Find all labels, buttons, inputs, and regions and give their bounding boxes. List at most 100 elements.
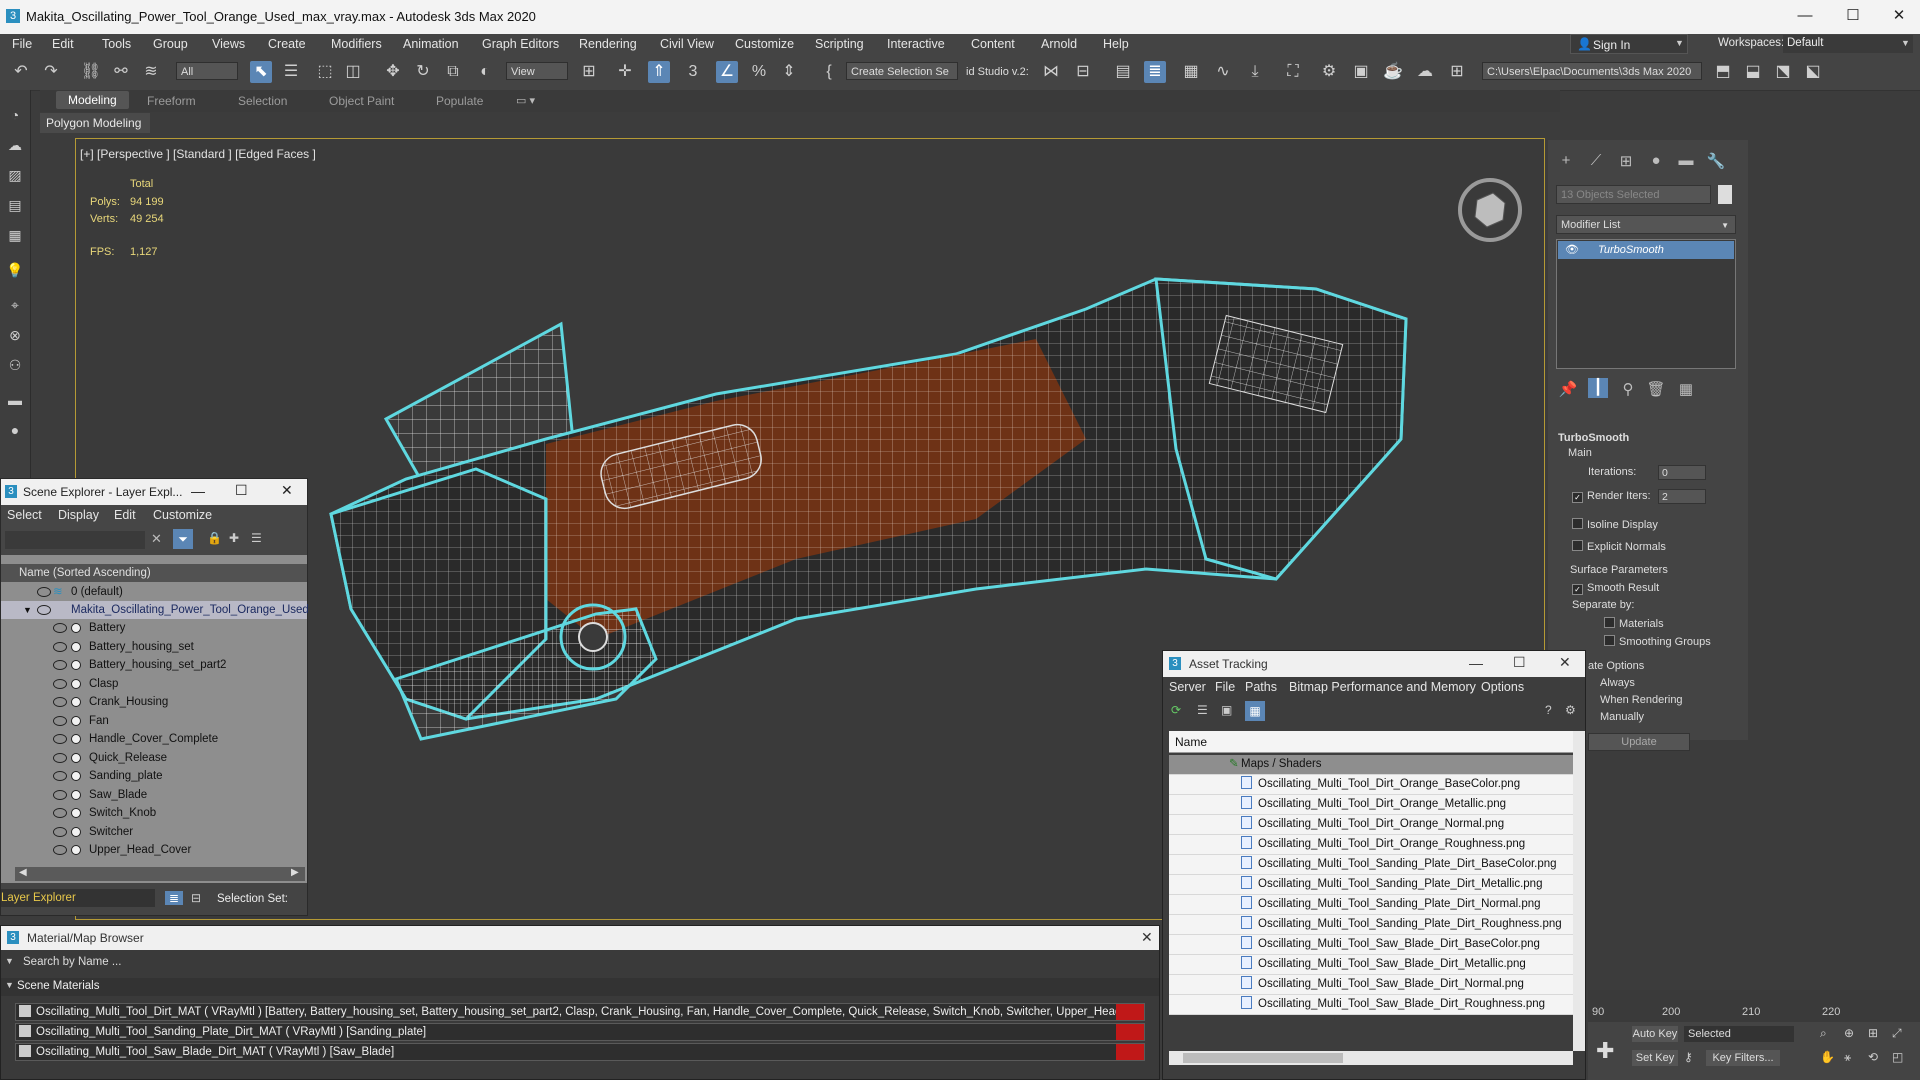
se-menu-customize[interactable]: Customize xyxy=(153,508,212,522)
list-view-icon[interactable]: ☰ xyxy=(1197,703,1208,717)
zoom-all-icon[interactable]: ⊕ xyxy=(1844,1026,1854,1040)
menu-help[interactable]: Help xyxy=(1103,37,1129,51)
manually-radio[interactable]: Manually xyxy=(1600,711,1644,723)
orbit-icon[interactable]: ◔ xyxy=(5,105,25,125)
workspace-select[interactable]: Default ▼ xyxy=(1783,35,1913,53)
image-icon[interactable]: ▨ xyxy=(5,165,25,185)
se-menu-edit[interactable]: Edit xyxy=(114,508,136,522)
selection-filter-select[interactable]: All xyxy=(176,62,238,80)
minimize-button[interactable]: — xyxy=(1790,4,1820,28)
remove-modifier-icon[interactable]: 🗑 xyxy=(1646,380,1666,400)
zoom-icon[interactable]: ⌕ xyxy=(1820,1026,1827,1041)
layers-stack-icon[interactable]: ☰ xyxy=(251,531,262,545)
chevron-down-icon[interactable]: ▼ xyxy=(5,956,14,966)
eye-icon[interactable] xyxy=(53,734,67,744)
menu-group[interactable]: Group xyxy=(153,37,188,51)
material-row[interactable]: Oscillating_Multi_Tool_Sanding_Plate_Dir… xyxy=(15,1023,1145,1041)
eye-icon[interactable] xyxy=(53,715,67,726)
filter-icon[interactable]: ⏷ xyxy=(173,529,193,549)
film-icon[interactable]: ⚇ xyxy=(5,355,25,375)
tab-object-paint[interactable]: Object Paint xyxy=(329,94,394,108)
camera-icon[interactable]: ⌖ xyxy=(5,295,25,315)
maximize-viewport-icon[interactable]: ⤢ xyxy=(1892,1026,1902,1041)
layers-icon[interactable]: ▤ xyxy=(5,195,25,215)
unlink-icon[interactable]: ⚯ xyxy=(110,61,132,83)
project-path-select[interactable]: C:\Users\Elpac\Documents\3ds Max 2020 xyxy=(1482,62,1702,80)
add-layer-icon[interactable]: ✚ xyxy=(229,531,239,545)
asset-file-row[interactable]: Oscillating_Multi_Tool_Saw_Blade_Dirt_Me… xyxy=(1169,955,1573,975)
material-editor-icon[interactable]: ⛶ xyxy=(1282,61,1304,83)
select-manipulate-icon[interactable]: ✛ xyxy=(614,61,636,83)
scene-materials-group[interactable]: ▼ Scene Materials xyxy=(1,978,1159,996)
render-toggle-icon[interactable] xyxy=(71,752,81,763)
layer-row-default[interactable]: ≋ 0 (default) xyxy=(1,583,307,601)
configure-sets-icon[interactable]: ▦ xyxy=(1676,380,1696,400)
select-by-name-icon[interactable]: ☰ xyxy=(280,61,302,83)
close-icon[interactable]: ✕ xyxy=(1141,929,1153,946)
asset-file-row[interactable]: Oscillating_Multi_Tool_Saw_Blade_Dirt_No… xyxy=(1169,975,1573,995)
render-iters-row[interactable]: ✓ Render Iters: xyxy=(1572,490,1651,503)
object-row[interactable]: Fan xyxy=(1,711,307,730)
asset-file-row[interactable]: Oscillating_Multi_Tool_Dirt_Orange_BaseC… xyxy=(1169,775,1573,795)
at-column-header[interactable]: Name xyxy=(1169,731,1573,753)
schematic-view-icon[interactable]: ⤓ xyxy=(1244,61,1266,83)
object-row[interactable]: Battery_housing_set xyxy=(1,637,307,656)
tab-selection[interactable]: Selection xyxy=(238,94,287,108)
render-iters-spinner[interactable]: 2 xyxy=(1658,489,1706,504)
make-unique-icon[interactable]: ⚲ xyxy=(1618,380,1638,400)
show-end-result-icon[interactable]: ┃ xyxy=(1588,378,1608,398)
menu-graph-editors[interactable]: Graph Editors xyxy=(482,37,559,51)
at-vertical-scrollbar[interactable] xyxy=(1573,731,1585,1051)
eye-icon[interactable] xyxy=(53,697,67,707)
viewcube-icon[interactable] xyxy=(1455,175,1525,245)
layer-explorer-select[interactable]: Layer Explorer xyxy=(1,889,155,907)
se-menu-select[interactable]: Select xyxy=(7,508,42,522)
menu-file[interactable]: File xyxy=(12,37,32,51)
field-of-view-icon[interactable]: ◰ xyxy=(1892,1050,1903,1064)
modifier-turbosmooth[interactable]: TurboSmooth xyxy=(1558,241,1734,259)
menu-content[interactable]: Content xyxy=(971,37,1015,51)
eye-icon[interactable] xyxy=(53,641,67,652)
eye-icon[interactable] xyxy=(53,845,67,855)
light-icon[interactable]: 💡 xyxy=(5,260,25,280)
asset-file-row[interactable]: Oscillating_Multi_Tool_Dirt_Orange_Metal… xyxy=(1169,795,1573,815)
undo-icon[interactable]: ↶ xyxy=(10,61,32,83)
isoline-row[interactable]: Isoline Display xyxy=(1572,518,1658,531)
render-toggle-icon[interactable] xyxy=(71,826,81,837)
object-row[interactable]: Handle_Cover_Complete xyxy=(1,730,307,748)
turbosmooth-rollout-title[interactable]: TurboSmooth xyxy=(1558,432,1629,444)
menu-interactive[interactable]: Interactive xyxy=(887,37,945,51)
smoothing-groups-checkbox[interactable] xyxy=(1604,635,1615,646)
grid-icon[interactable]: ▦ xyxy=(5,225,25,245)
modifier-list-select[interactable]: Modifier List ▼ xyxy=(1556,215,1736,234)
render-production-icon[interactable]: ☕ xyxy=(1382,61,1404,83)
se-menu-display[interactable]: Display xyxy=(58,508,99,522)
rect-selection-icon[interactable]: ⬚ xyxy=(314,61,336,83)
create-tab-icon[interactable]: + xyxy=(1556,152,1576,172)
menu-scripting[interactable]: Scripting xyxy=(815,37,864,51)
set-project-icon[interactable]: ⬕ xyxy=(1802,61,1824,83)
asset-file-row[interactable]: Oscillating_Multi_Tool_Sanding_Plate_Dir… xyxy=(1169,875,1573,895)
ribbon-options-icon[interactable]: ▭ ▾ xyxy=(516,94,535,107)
render-toggle-icon[interactable] xyxy=(71,678,81,689)
render-toggle-icon[interactable] xyxy=(71,808,81,818)
at-menu-paths[interactable]: Paths xyxy=(1245,680,1277,694)
se-column-header[interactable]: Name (Sorted Ascending) xyxy=(1,564,307,582)
sign-in-button[interactable]: 👤 Sign In ▼ xyxy=(1570,34,1688,54)
render-toggle-icon[interactable] xyxy=(71,734,81,744)
sphere-icon[interactable]: ● xyxy=(5,420,25,440)
object-row[interactable]: Quick_Release xyxy=(1,748,307,767)
eye-icon[interactable]: 👁 xyxy=(1565,243,1579,256)
maximize-icon[interactable]: ☐ xyxy=(1513,654,1526,671)
at-horizontal-scrollbar[interactable] xyxy=(1169,1051,1573,1065)
minimize-icon[interactable]: — xyxy=(1469,655,1483,671)
cloud-icon[interactable]: ☁ xyxy=(5,135,25,155)
render-toggle-icon[interactable] xyxy=(71,697,81,707)
scale-icon[interactable]: ⧉ xyxy=(442,61,464,83)
object-row[interactable]: Battery_housing_set_part2 xyxy=(1,656,307,674)
eye-icon[interactable] xyxy=(53,752,67,763)
asset-file-row[interactable]: Oscillating_Multi_Tool_Saw_Blade_Dirt_Ro… xyxy=(1169,995,1573,1015)
render-iters-checkbox[interactable]: ✓ xyxy=(1572,492,1583,503)
polygon-modeling-panel[interactable]: Polygon Modeling xyxy=(40,113,150,133)
se-search-input[interactable] xyxy=(5,531,145,549)
